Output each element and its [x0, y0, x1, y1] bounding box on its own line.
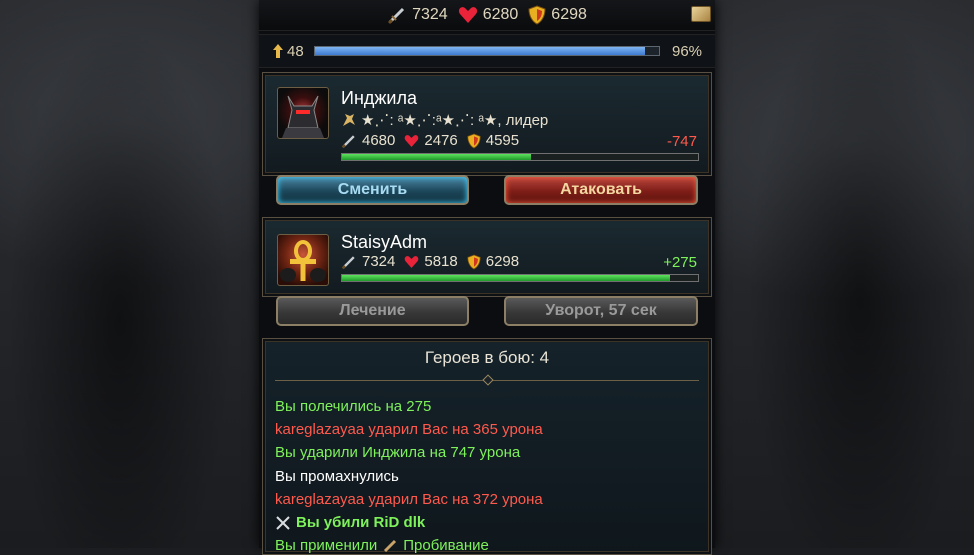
- player-avatar: [277, 234, 329, 286]
- sword-icon: [388, 7, 405, 25]
- enemy-rank-text: ★⋰: ᵃ★⋰:ᵃ★⋰: ᵃ★, лидер: [361, 112, 549, 129]
- kill-text: Вы убили RiD dlk: [296, 514, 426, 531]
- log-line: kareglazayaa ударил Вас на 365 урона: [275, 421, 543, 438]
- attack-value: 7324: [412, 6, 448, 23]
- xp-progress-fill: [315, 47, 646, 55]
- ankh-icon: [280, 240, 326, 282]
- heal-button[interactable]: Лечение: [276, 296, 469, 326]
- level-bar: 48 96%: [259, 34, 715, 68]
- heart-icon: [405, 255, 419, 268]
- dark-knight-icon: [282, 95, 324, 138]
- enemy-stats: 4680 2476 4595: [341, 132, 519, 149]
- dodge-button[interactable]: Уворот, 57 сек: [504, 296, 698, 326]
- switch-target-button[interactable]: Сменить: [276, 175, 469, 205]
- battle-log-title: Героев в бою: 4: [424, 348, 550, 367]
- enemy-armor: 4595: [485, 132, 520, 149]
- heart-icon: [458, 7, 477, 23]
- armor-stat: 6298: [528, 5, 587, 25]
- level-up-arrow-icon: [273, 44, 283, 58]
- player-stats: 7324 5818 6298: [341, 253, 519, 270]
- player-attack: 7324: [362, 253, 396, 270]
- skill-text: Вы применили: [275, 537, 378, 554]
- attack-stat: 7324: [387, 5, 448, 25]
- sword-icon: [341, 255, 355, 269]
- log-line-skill: Вы применили Пробивание: [275, 537, 489, 554]
- player-hp-fill: [342, 275, 670, 281]
- mail-icon[interactable]: [691, 6, 711, 22]
- player-armor: 6298: [485, 253, 520, 270]
- enemy-card[interactable]: Инджила ★⋰: ᵃ★⋰:ᵃ★⋰: ᵃ★, лидер 4680 2476…: [262, 72, 712, 176]
- enemy-rank: ★⋰: ᵃ★⋰:ᵃ★⋰: ᵃ★, лидер: [341, 111, 548, 129]
- log-line: Вы ударили Инджила на 747 урона: [275, 444, 521, 461]
- divider-ornament: [482, 374, 494, 386]
- enemy-health: 2476: [424, 132, 458, 149]
- shield-icon: [528, 5, 546, 25]
- enemy-hp-bar: [341, 153, 699, 161]
- heart-icon: [405, 134, 419, 147]
- player-card: StaisyAdm 7324 5818 6298 +275: [262, 217, 712, 297]
- enemy-name: Инджила: [341, 88, 417, 108]
- player-name: StaisyAdm: [341, 232, 428, 252]
- log-line: Вы полечились на 275: [275, 398, 432, 415]
- health-stat: 6280: [458, 6, 519, 24]
- crossed-swords-icon: [276, 515, 290, 530]
- dagger-icon: [384, 539, 397, 552]
- attack-button[interactable]: Атаковать: [504, 175, 698, 205]
- battle-log: Героев в бою: 4 Вы полечились на 275 kar…: [262, 338, 712, 555]
- guild-emblem-icon: [343, 114, 355, 126]
- enemy-attack: 4680: [362, 132, 396, 149]
- enemy-damage-delta: -747: [666, 133, 697, 150]
- enemy-avatar: [277, 87, 329, 139]
- log-line: kareglazayaa ударил Вас на 372 урона: [275, 491, 543, 508]
- shield-icon: [467, 254, 481, 269]
- top-stats-bar: 7324 6280 6298: [259, 0, 715, 31]
- game-panel: 7324 6280 6298 48 96% Инджила ★⋰: ᵃ★⋰:ᵃ★…: [259, 0, 715, 555]
- player-hp-bar: [341, 274, 699, 282]
- enemy-hp-fill: [342, 154, 531, 160]
- xp-progress-bar: [314, 46, 660, 56]
- xp-percent: 96%: [672, 42, 703, 60]
- armor-value: 6298: [551, 6, 587, 23]
- player-heal-delta: +275: [663, 254, 697, 271]
- level: 48: [273, 43, 311, 60]
- log-line: Вы промахнулись: [275, 468, 399, 485]
- sword-icon: [341, 134, 355, 148]
- shield-icon: [467, 133, 481, 148]
- log-line-kill: Вы убили RiD dlk: [275, 514, 425, 531]
- player-health: 5818: [424, 253, 458, 270]
- skill-name: Пробивание: [403, 537, 489, 554]
- level-value: 48: [287, 42, 304, 60]
- health-value: 6280: [482, 6, 519, 23]
